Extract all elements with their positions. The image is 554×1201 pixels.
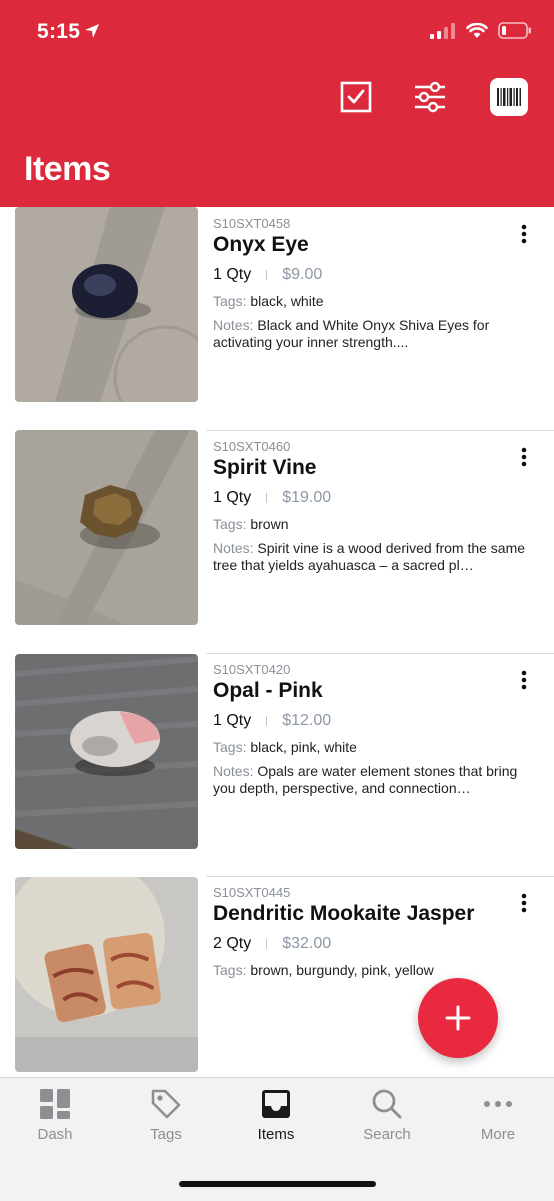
notes-label: Notes: <box>213 763 254 779</box>
item-price: $19.00 <box>282 489 332 506</box>
item-name: Spirit Vine <box>213 456 317 479</box>
status-bar-indicators <box>430 22 532 39</box>
plus-icon <box>445 1005 471 1031</box>
list-item[interactable]: S10SXT0458 Onyx Eye 1 Qty $9.00 Tags: bl… <box>0 207 554 417</box>
separator <box>206 430 554 431</box>
cellular-signal-icon <box>430 22 455 39</box>
filter-button[interactable] <box>410 77 450 117</box>
more-vertical-icon <box>521 447 527 467</box>
list-item[interactable]: S10SXT0420 Opal - Pink 1 Qty $12.00 Tags… <box>0 640 554 863</box>
dashboard-grid-icon <box>40 1089 70 1119</box>
separator <box>206 876 554 877</box>
item-qty: 1 Qty <box>213 712 252 729</box>
tab-tags[interactable]: Tags <box>111 1088 221 1158</box>
divider <box>266 716 268 726</box>
page-title: Items <box>24 150 111 188</box>
item-price: $12.00 <box>282 712 332 729</box>
item-name: Onyx Eye <box>213 233 309 256</box>
item-tags: Tags: black, white <box>213 293 324 309</box>
item-notes: Notes: Black and White Onyx Shiva Eyes f… <box>213 317 538 351</box>
tab-label: Search <box>363 1126 411 1143</box>
item-qty-price: 1 Qty $9.00 <box>213 266 322 284</box>
app-header: 5:15 Items <box>0 0 554 207</box>
ellipsis-icon <box>484 1101 512 1107</box>
home-indicator <box>179 1181 376 1187</box>
item-tags: Tags: brown <box>213 516 289 532</box>
item-photo[interactable] <box>15 207 198 402</box>
tags-value: black, pink, white <box>250 739 357 755</box>
item-qty-price: 1 Qty $12.00 <box>213 712 331 730</box>
items-list[interactable]: S10SXT0458 Onyx Eye 1 Qty $9.00 Tags: bl… <box>0 207 554 1077</box>
divider <box>266 939 268 949</box>
tag-icon <box>151 1089 181 1119</box>
tags-value: brown <box>250 516 289 532</box>
tags-value: brown, burgundy, pink, yellow <box>250 962 434 978</box>
filter-sliders-icon <box>415 81 445 113</box>
search-icon <box>372 1089 402 1119</box>
divider <box>266 270 268 280</box>
inbox-tray-icon <box>262 1090 290 1118</box>
tab-label: Items <box>257 1126 295 1143</box>
notes-label: Notes: <box>213 317 254 333</box>
item-sku: S10SXT0445 <box>213 885 291 900</box>
item-tags: Tags: black, pink, white <box>213 739 357 755</box>
tab-search[interactable]: Search <box>332 1088 442 1158</box>
item-photo[interactable] <box>15 654 198 849</box>
add-item-button[interactable] <box>418 978 498 1058</box>
notes-value: Opals are water element stones that brin… <box>213 763 518 796</box>
item-qty: 1 Qty <box>213 266 252 283</box>
select-items-button[interactable] <box>336 77 376 117</box>
item-price: $32.00 <box>282 935 332 952</box>
item-more-button[interactable] <box>512 445 536 469</box>
item-sku: S10SXT0460 <box>213 439 291 454</box>
tags-value: black, white <box>250 293 324 309</box>
battery-icon <box>498 22 531 39</box>
item-price: $9.00 <box>282 266 323 283</box>
item-sku: S10SXT0420 <box>213 662 291 677</box>
checkbox-icon <box>340 81 372 113</box>
tab-label: More <box>480 1126 516 1143</box>
item-name: Dendritic Mookaite Jasper <box>213 902 475 925</box>
item-qty-price: 2 Qty $32.00 <box>213 935 331 953</box>
item-qty-price: 1 Qty $19.00 <box>213 489 331 507</box>
notes-label: Notes: <box>213 540 254 556</box>
tags-label: Tags: <box>213 516 247 532</box>
more-vertical-icon <box>521 670 527 690</box>
more-vertical-icon <box>521 893 527 913</box>
item-more-button[interactable] <box>512 668 536 692</box>
item-qty: 2 Qty <box>213 935 252 952</box>
tab-label: Tags <box>150 1126 182 1143</box>
item-notes: Notes: Spirit vine is a wood derived fro… <box>213 540 538 574</box>
scan-barcode-button[interactable] <box>489 77 529 117</box>
tab-dash[interactable]: Dash <box>0 1088 110 1158</box>
notes-value: Black and White Onyx Shiva Eyes for acti… <box>213 317 490 350</box>
item-notes: Notes: Opals are water element stones th… <box>213 763 538 797</box>
divider <box>266 493 268 503</box>
location-arrow-icon <box>85 24 100 38</box>
item-photo[interactable] <box>15 877 198 1072</box>
item-name: Opal - Pink <box>213 679 323 702</box>
tab-label: Dash <box>37 1126 73 1143</box>
list-item[interactable]: S10SXT0460 Spirit Vine 1 Qty $19.00 Tags… <box>0 417 554 640</box>
item-more-button[interactable] <box>512 222 536 246</box>
separator <box>206 653 554 654</box>
tags-label: Tags: <box>213 739 247 755</box>
item-more-button[interactable] <box>512 891 536 915</box>
item-sku: S10SXT0458 <box>213 216 291 231</box>
tab-items[interactable]: Items <box>221 1088 331 1158</box>
status-bar-time: 5:15 <box>37 20 100 44</box>
tags-label: Tags: <box>213 293 247 309</box>
item-photo[interactable] <box>15 430 198 625</box>
tags-label: Tags: <box>213 962 247 978</box>
notes-value: Spirit vine is a wood derived from the s… <box>213 540 526 573</box>
wifi-icon <box>466 22 488 38</box>
status-time-text: 5:15 <box>37 20 81 43</box>
tab-more[interactable]: More <box>443 1088 553 1158</box>
item-qty: 1 Qty <box>213 489 252 506</box>
barcode-icon <box>490 78 528 116</box>
item-tags: Tags: brown, burgundy, pink, yellow <box>213 962 434 978</box>
more-vertical-icon <box>521 224 527 244</box>
